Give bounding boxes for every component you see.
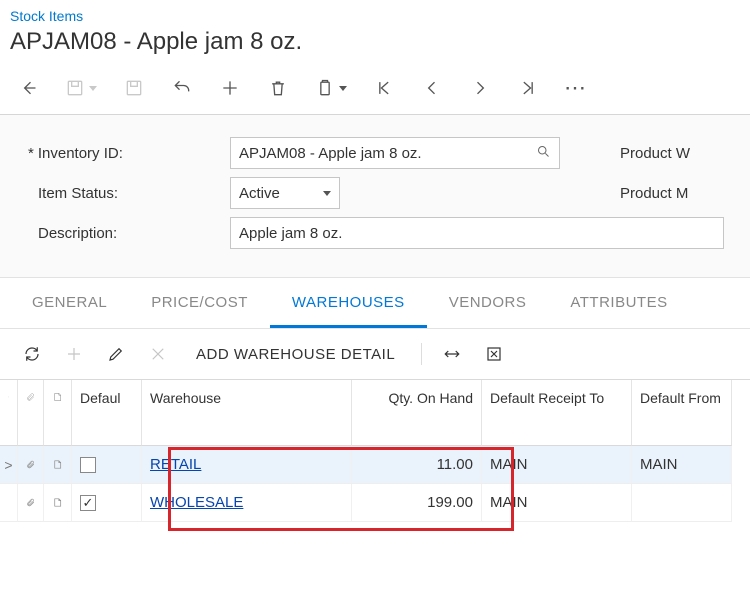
receipt-to-cell: MAIN	[482, 446, 632, 484]
item-status-label: Item Status:	[0, 185, 230, 202]
col-warehouse[interactable]: Warehouse	[142, 380, 352, 446]
col-default-issue-from[interactable]: Default From	[632, 380, 732, 446]
item-status-value: Active	[239, 185, 280, 202]
grid-header-row: Defaul Warehouse Qty. On Hand Default Re…	[0, 380, 750, 446]
row-indicator	[0, 484, 18, 522]
grid-delete-button	[140, 339, 176, 369]
table-row[interactable]: > RETAIL 11.00 MAIN MAIN	[0, 446, 750, 484]
main-toolbar: ⋯	[0, 66, 750, 115]
col-notes	[44, 380, 72, 446]
breadcrumb[interactable]: Stock Items	[10, 4, 740, 26]
issue-from-cell	[632, 484, 732, 522]
nav-prev-button[interactable]	[408, 72, 456, 104]
attachment-icon[interactable]	[18, 446, 44, 484]
tab-attributes[interactable]: ATTRIBUTES	[548, 278, 689, 328]
tab-bar: GENERAL PRICE/COST WAREHOUSES VENDORS AT…	[0, 278, 750, 329]
inventory-id-selector[interactable]: APJAM08 - Apple jam 8 oz.	[230, 137, 560, 169]
tab-price-cost[interactable]: PRICE/COST	[129, 278, 270, 328]
note-icon[interactable]	[44, 446, 72, 484]
clipboard-button[interactable]	[302, 72, 360, 104]
nav-next-button[interactable]	[456, 72, 504, 104]
grid-add-button	[56, 339, 92, 369]
qty-cell: 11.00	[352, 446, 482, 484]
default-checkbox[interactable]	[72, 484, 142, 522]
description-input[interactable]: Apple jam 8 oz.	[230, 217, 724, 249]
note-icon[interactable]	[44, 484, 72, 522]
warehouse-link[interactable]: WHOLESALE	[150, 494, 243, 511]
tab-general[interactable]: GENERAL	[10, 278, 129, 328]
col-attachments	[18, 380, 44, 446]
separator	[421, 343, 422, 365]
form-panel: *Inventory ID: APJAM08 - Apple jam 8 oz.…	[0, 115, 750, 278]
description-value: Apple jam 8 oz.	[239, 225, 342, 242]
item-status-select[interactable]: Active	[230, 177, 340, 209]
qty-cell: 199.00	[352, 484, 482, 522]
export-excel-button[interactable]	[476, 339, 512, 369]
col-qty-on-hand[interactable]: Qty. On Hand	[352, 380, 482, 446]
nav-last-button[interactable]	[504, 72, 552, 104]
save-close-button	[52, 72, 110, 104]
grid-toolbar: ADD WAREHOUSE DETAIL	[0, 329, 750, 379]
table-row[interactable]: WHOLESALE 199.00 MAIN	[0, 484, 750, 522]
nav-first-button[interactable]	[360, 72, 408, 104]
tab-warehouses[interactable]: WAREHOUSES	[270, 278, 427, 328]
inventory-id-label: *Inventory ID:	[0, 145, 230, 162]
save-button	[110, 72, 158, 104]
warehouse-link[interactable]: RETAIL	[150, 456, 201, 473]
search-icon[interactable]	[536, 144, 551, 163]
default-checkbox[interactable]	[72, 446, 142, 484]
undo-button[interactable]	[158, 72, 206, 104]
grid-refresh-button[interactable]	[14, 339, 50, 369]
description-label: Description:	[0, 225, 230, 242]
warehouse-grid: Defaul Warehouse Qty. On Hand Default Re…	[0, 379, 750, 522]
more-actions-button[interactable]: ⋯	[552, 72, 600, 104]
add-warehouse-detail-button[interactable]: ADD WAREHOUSE DETAIL	[182, 346, 409, 363]
tab-vendors[interactable]: VENDORS	[427, 278, 549, 328]
col-save-icon	[0, 380, 18, 446]
product-w-label: Product W	[560, 145, 690, 162]
receipt-to-cell: MAIN	[482, 484, 632, 522]
product-m-label: Product M	[560, 185, 688, 202]
inventory-id-value: APJAM08 - Apple jam 8 oz.	[239, 145, 422, 162]
page-title: APJAM08 - Apple jam 8 oz.	[10, 26, 740, 66]
back-button[interactable]	[4, 72, 52, 104]
grid-edit-button[interactable]	[98, 339, 134, 369]
delete-button[interactable]	[254, 72, 302, 104]
col-default[interactable]: Defaul	[72, 380, 142, 446]
fit-columns-button[interactable]	[434, 339, 470, 369]
attachment-icon[interactable]	[18, 484, 44, 522]
issue-from-cell: MAIN	[632, 446, 732, 484]
add-button[interactable]	[206, 72, 254, 104]
chevron-down-icon	[323, 191, 331, 196]
row-indicator: >	[0, 446, 18, 484]
col-default-receipt-to[interactable]: Default Receipt To	[482, 380, 632, 446]
